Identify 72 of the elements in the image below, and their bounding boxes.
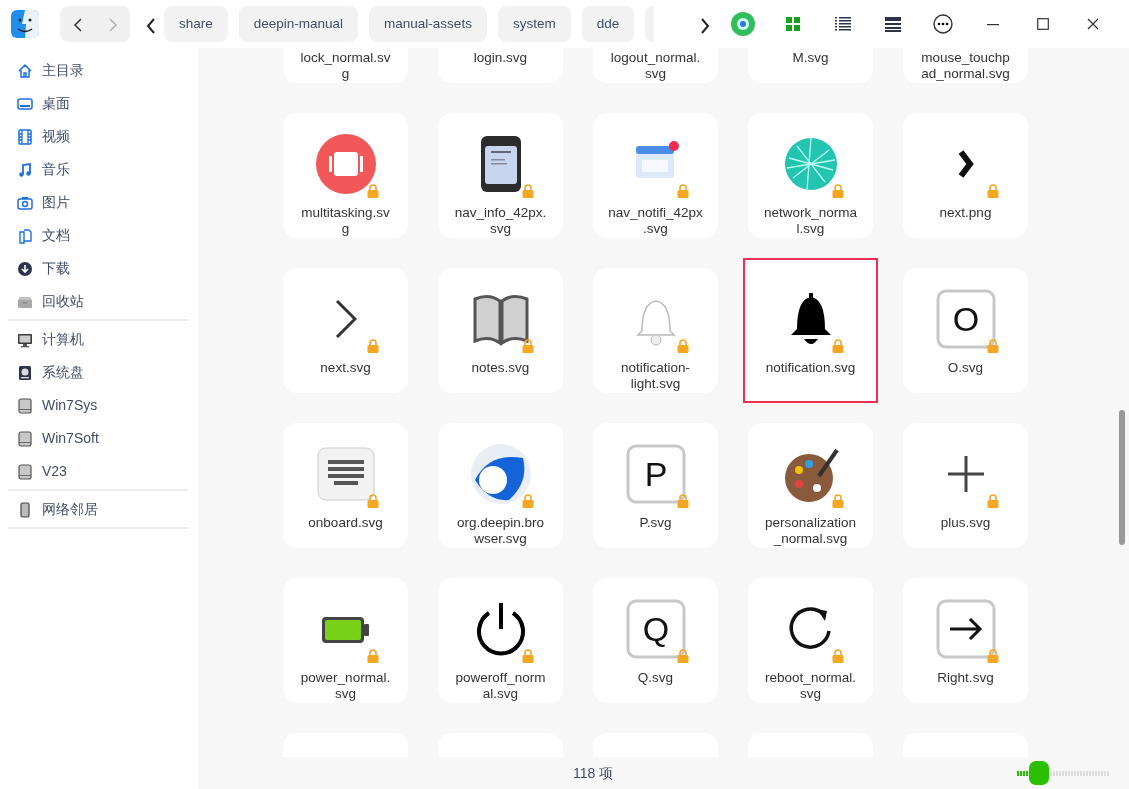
sidebar-item[interactable]: 计算机 — [0, 323, 198, 356]
file-item[interactable]: poweroff_norm al.svg — [438, 578, 563, 703]
file-item[interactable]: next.png — [903, 113, 1028, 238]
sidebar-item[interactable]: 下载 — [0, 252, 198, 285]
breadcrumb[interactable]: dde — [581, 6, 635, 42]
file-item[interactable]: power_normal. svg — [283, 578, 408, 703]
file-item[interactable]: logout_normal. svg — [593, 48, 718, 83]
file-item[interactable]: onboard.svg — [283, 423, 408, 548]
sidebar-item[interactable]: 网络邻居 — [0, 493, 198, 526]
file-item[interactable]: Right.svg — [903, 578, 1028, 703]
file-item[interactable]: personalization _normal.svg — [748, 423, 873, 548]
file-item[interactable]: notes.svg — [438, 268, 563, 393]
file-item[interactable]: P P.svg — [593, 423, 718, 548]
file-item[interactable]: lock_normal.sv g — [283, 48, 408, 83]
item-count-text: 118 项 — [573, 763, 614, 783]
sidebar-item[interactable]: 视频 — [0, 120, 198, 153]
file-item[interactable]: mouse_touchp ad_normal.svg — [903, 48, 1028, 83]
file-item[interactable]: M.svg — [748, 48, 873, 83]
monitor-icon — [17, 95, 33, 112]
drive-icon — [17, 430, 33, 447]
drive-icon — [17, 463, 33, 480]
multitasking-icon — [313, 132, 378, 196]
browser-icon — [468, 442, 533, 506]
sidebar-item[interactable]: 音乐 — [0, 153, 198, 186]
computer-icon — [17, 331, 33, 348]
file-item[interactable]: login.svg — [438, 48, 563, 83]
sidebar-item[interactable]: 桌面 — [0, 87, 198, 120]
sidebar-item[interactable]: 文档 — [0, 219, 198, 252]
file-item[interactable]: multitasking.sv g — [283, 113, 408, 238]
file-item[interactable]: O O.svg — [903, 268, 1028, 393]
scrollbar-thumb[interactable] — [1119, 410, 1125, 545]
camera-icon — [17, 194, 33, 211]
breadcrumb[interactable]: deepin-manual — [238, 6, 359, 42]
network-device-icon — [17, 501, 33, 518]
file-item[interactable]: network_norma l.svg — [748, 113, 873, 238]
more-options-icon — [933, 14, 953, 34]
file-item[interactable]: notification- light.svg — [593, 268, 718, 393]
file-item[interactable]: plus.svg — [903, 423, 1028, 548]
file-item[interactable]: notification.svg — [743, 258, 878, 403]
sidebar-item[interactable]: 主目录 — [0, 54, 198, 87]
file-item[interactable]: org.deepin.bro wser.svg — [438, 423, 563, 548]
document-icon — [17, 227, 33, 244]
file-item[interactable]: next.svg — [283, 268, 408, 393]
music-note-icon — [17, 161, 33, 178]
chevron-icon — [957, 149, 974, 179]
sidebar-item[interactable]: V23 — [0, 455, 198, 488]
file-item[interactable]: nav_info_42px. svg — [438, 113, 563, 238]
breadcrumb[interactable]: share — [164, 6, 228, 42]
list-view-icon — [835, 15, 851, 33]
download-icon — [17, 260, 33, 277]
sidebar-item[interactable]: 图片 — [0, 186, 198, 219]
chevron-left-icon — [146, 16, 156, 35]
grid-view-icon — [785, 15, 801, 33]
sidebar-item[interactable]: 系统盘 — [0, 356, 198, 389]
detail-view-icon — [885, 15, 901, 33]
sidebar-item[interactable]: Win7Sys — [0, 389, 198, 422]
breadcrumb[interactable]: system — [497, 6, 571, 42]
sidebar-item[interactable]: 回收站 — [0, 285, 198, 318]
breadcrumb[interactable]: manual-assets — [369, 6, 487, 42]
drive-icon — [17, 397, 33, 414]
film-icon — [17, 128, 33, 145]
file-manager-logo-icon — [10, 9, 40, 39]
chevron-right-icon — [700, 16, 710, 35]
home-icon — [17, 62, 33, 79]
file-item[interactable]: nav_notifi_42px .svg — [593, 113, 718, 238]
chevron-icon — [334, 300, 357, 338]
file-item[interactable]: Q Q.svg — [593, 578, 718, 703]
file-item[interactable]: reboot_normal. svg — [748, 578, 873, 703]
disc-icon — [730, 11, 756, 37]
maximize-icon — [1037, 18, 1049, 30]
close-icon — [1087, 18, 1099, 30]
sidebar-item[interactable]: Win7Soft — [0, 422, 198, 455]
